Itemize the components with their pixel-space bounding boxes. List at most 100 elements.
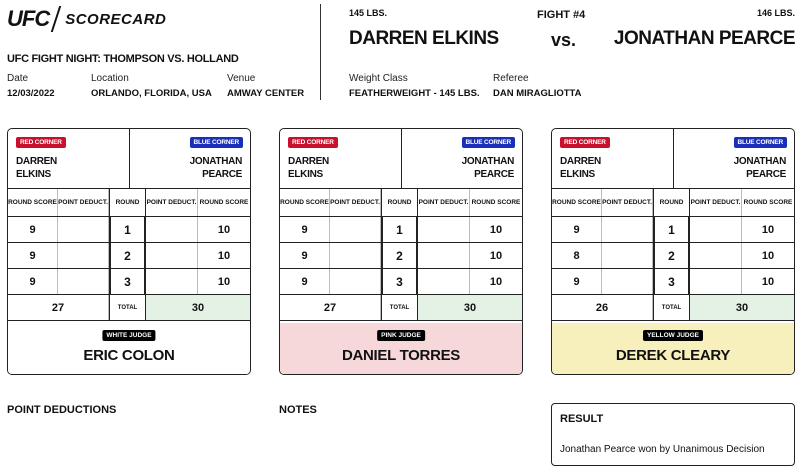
blue-round-score: 10 xyxy=(217,249,231,262)
col-round: ROUND xyxy=(109,189,146,216)
red-corner-badge: RED CORNER xyxy=(288,137,338,148)
red-total: 27 xyxy=(8,295,109,320)
red-point-deduct xyxy=(58,243,109,268)
blue-total: 30 xyxy=(146,295,250,320)
blue-last-name: PEARCE xyxy=(202,169,242,180)
round-number: 3 xyxy=(381,269,418,294)
col-red-round-score: ROUND SCORE xyxy=(8,189,58,216)
fighter2-weight: 146 LBS. xyxy=(756,8,795,18)
scorecard-fighters: RED CORNER BLUE CORNER DARREN ELKINS JONA… xyxy=(552,129,794,189)
col-round: ROUND xyxy=(653,189,690,216)
blue-last-name: PEARCE xyxy=(746,169,786,180)
red-point-deduct xyxy=(602,243,653,268)
col-round: ROUND xyxy=(381,189,418,216)
blue-first-name: JONATHAN xyxy=(461,156,515,167)
total-row: 26 TOTAL 30 xyxy=(552,295,794,321)
table-row: 9 3 10 xyxy=(8,269,250,295)
table-row: 9 2 10 xyxy=(8,243,250,269)
table-row: 9 2 10 xyxy=(280,243,522,269)
header-divider xyxy=(320,4,321,100)
blue-point-deduct xyxy=(146,217,198,242)
table-row: 9 3 10 xyxy=(552,269,794,295)
col-blue-round-score: ROUND SCORE xyxy=(199,198,249,206)
total-label: TOTAL xyxy=(653,295,690,320)
referee-label: Referee xyxy=(493,73,529,84)
total-row: 27 TOTAL 30 xyxy=(8,295,250,321)
score-table-header: ROUND SCORE POINT DEDUCT. ROUND POINT DE… xyxy=(8,189,250,217)
corner-divider xyxy=(129,129,130,189)
total-label: TOTAL xyxy=(109,295,146,320)
logo-divider xyxy=(50,6,62,32)
ufc-logo: UFC xyxy=(7,6,50,31)
judge-name: ERIC COLON xyxy=(83,347,175,364)
judge-panel: YELLOW JUDGE DEREK CLEARY xyxy=(552,323,794,374)
score-table-header: ROUND SCORE POINT DEDUCT. ROUND POINT DE… xyxy=(552,189,794,217)
weight-class-value: FEATHERWEIGHT - 145 LBS. xyxy=(349,88,480,99)
red-point-deduct xyxy=(58,269,109,294)
col-red-round-score: ROUND SCORE xyxy=(552,189,602,216)
col-red-round-score: ROUND SCORE xyxy=(280,189,330,216)
red-round-score: 9 xyxy=(280,217,330,242)
judge-badge: YELLOW JUDGE xyxy=(642,330,704,341)
round-number: 2 xyxy=(109,243,146,268)
judge-badge: PINK JUDGE xyxy=(377,330,425,341)
blue-round-score: 10 xyxy=(761,275,775,288)
red-total: 27 xyxy=(280,295,381,320)
location-value: ORLANDO, FLORIDA, USA xyxy=(91,88,212,99)
red-fighter-name: DARREN ELKINS xyxy=(288,155,329,181)
red-point-deduct xyxy=(330,269,381,294)
round-number: 2 xyxy=(653,243,690,268)
blue-round-score: 10 xyxy=(217,275,231,288)
red-round-score: 9 xyxy=(8,269,58,294)
judge-name: DEREK CLEARY xyxy=(615,347,731,364)
round-number: 3 xyxy=(109,269,146,294)
blue-round-score: 10 xyxy=(761,249,775,262)
table-row: 9 1 10 xyxy=(8,217,250,243)
blue-corner-badge: BLUE CORNER xyxy=(189,137,243,148)
blue-fighter-name: JONATHAN PEARCE xyxy=(461,155,515,181)
round-number: 1 xyxy=(109,217,146,242)
red-round-score: 8 xyxy=(552,243,602,268)
blue-first-name: JONATHAN xyxy=(733,156,787,167)
result-title: RESULT xyxy=(560,413,604,425)
scorecard-fighters: RED CORNER BLUE CORNER DARREN ELKINS JONA… xyxy=(8,129,250,189)
result-box: RESULT Jonathan Pearce won by Unanimous … xyxy=(551,403,795,466)
blue-fighter-name: JONATHAN PEARCE xyxy=(189,155,243,181)
scorecard-fighters: RED CORNER BLUE CORNER DARREN ELKINS JONA… xyxy=(280,129,522,189)
red-round-score: 9 xyxy=(8,243,58,268)
blue-round-score: 10 xyxy=(489,275,503,288)
blue-corner-badge: BLUE CORNER xyxy=(461,137,515,148)
col-red-point-deduct: POINT DEDUCT. xyxy=(330,189,381,216)
red-first-name: DARREN xyxy=(16,156,57,167)
red-round-score: 9 xyxy=(280,243,330,268)
judge-panel: WHITE JUDGE ERIC COLON xyxy=(8,323,250,374)
notes-heading: NOTES xyxy=(279,404,317,416)
red-corner-badge: RED CORNER xyxy=(560,137,610,148)
ufc-scorecard-logo: UFC SCORECARD xyxy=(7,5,166,33)
blue-fighter-name: JONATHAN PEARCE xyxy=(733,155,787,181)
score-table: ROUND SCORE POINT DEDUCT. ROUND POINT DE… xyxy=(280,189,522,321)
judge-panel: PINK JUDGE DANIEL TORRES xyxy=(280,323,522,374)
blue-round-score: 10 xyxy=(761,223,775,236)
fighter1-weight: 145 LBS. xyxy=(349,8,388,18)
date-value: 12/03/2022 xyxy=(7,88,55,99)
venue-value: AMWAY CENTER xyxy=(227,88,305,99)
result-text: Jonathan Pearce won by Unanimous Decisio… xyxy=(560,444,765,455)
blue-point-deduct xyxy=(690,217,742,242)
total-label: TOTAL xyxy=(381,295,418,320)
blue-corner-badge: BLUE CORNER xyxy=(733,137,787,148)
blue-first-name: JONATHAN xyxy=(189,156,243,167)
blue-point-deduct xyxy=(418,217,470,242)
red-point-deduct xyxy=(58,217,109,242)
blue-round-score: 10 xyxy=(489,223,503,236)
referee-value: DAN MIRAGLIOTTA xyxy=(493,88,582,99)
red-last-name: ELKINS xyxy=(16,169,51,180)
round-number: 2 xyxy=(381,243,418,268)
red-point-deduct xyxy=(602,269,653,294)
col-blue-point-deduct: POINT DEDUCT. xyxy=(146,189,198,216)
table-row: 8 2 10 xyxy=(552,243,794,269)
red-fighter-name: DARREN ELKINS xyxy=(560,155,601,181)
venue-label: Venue xyxy=(227,73,256,84)
red-point-deduct xyxy=(330,243,381,268)
round-number: 3 xyxy=(653,269,690,294)
